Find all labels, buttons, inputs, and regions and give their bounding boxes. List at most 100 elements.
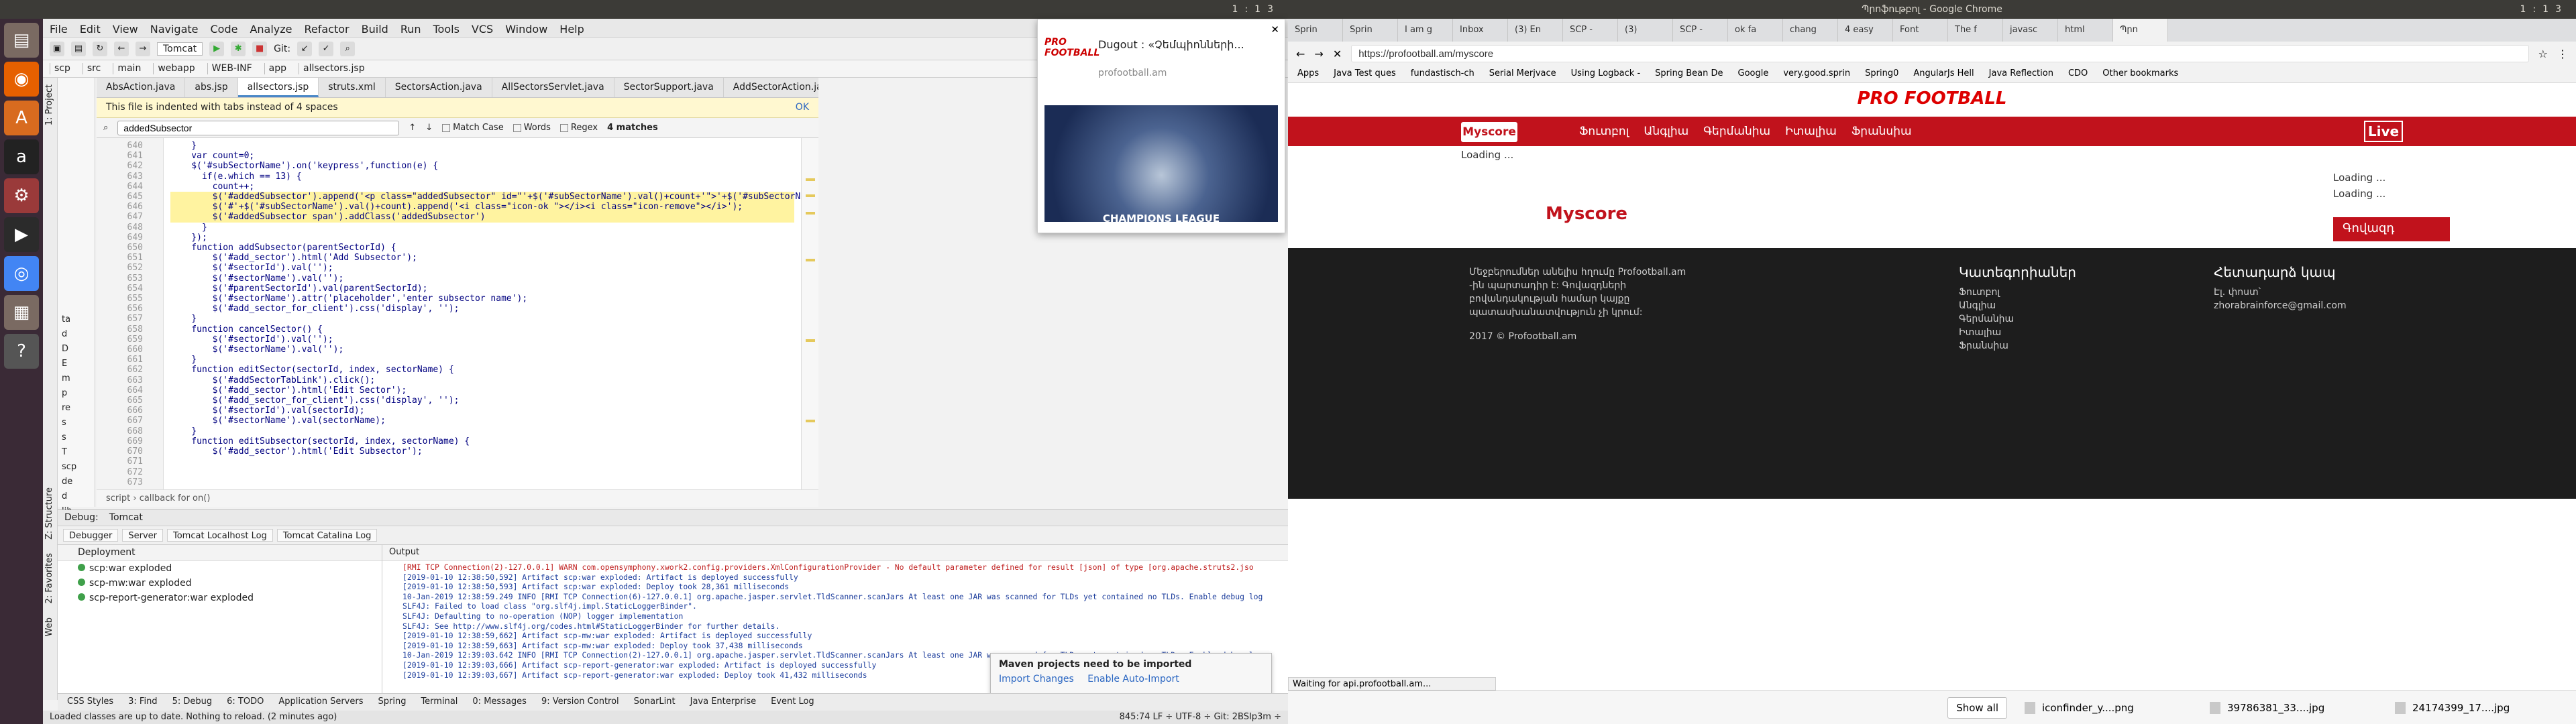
tool-window-tab[interactable]: 6: TODO <box>227 697 264 708</box>
footer-category-link[interactable]: Անգլիա <box>1959 299 2076 312</box>
browser-tab[interactable]: html <box>2058 19 2113 42</box>
run-config-select[interactable]: Tomcat <box>157 42 203 56</box>
debug-icon[interactable]: ✱ <box>231 41 246 56</box>
forward-icon[interactable]: → <box>136 41 150 56</box>
project-tool-tab[interactable]: 1: Project <box>43 78 56 132</box>
tool-window-tab[interactable]: 3: Find <box>128 697 157 708</box>
chrome-notification[interactable]: PRO FOOTBALL Dugout : «Չեմպիոնների... pr… <box>1037 19 1285 233</box>
forward-icon[interactable]: → <box>1314 48 1323 60</box>
bookmark-item[interactable]: Spring Bean De <box>1655 68 1723 80</box>
ad-button[interactable]: Գովազդ <box>2333 217 2450 241</box>
next-match-icon[interactable]: ↓ <box>425 123 433 133</box>
enable-auto-import-link[interactable]: Enable Auto-Import <box>1087 674 1179 684</box>
bookmark-item[interactable]: Apps <box>1297 68 1319 80</box>
tool-window-tab[interactable]: Event Log <box>771 697 814 708</box>
editor-tab[interactable]: SectorSupport.java <box>614 78 724 97</box>
debug-tab[interactable]: Tomcat Catalina Log <box>276 529 378 542</box>
menu-build[interactable]: Build <box>362 23 388 36</box>
save-icon[interactable]: ▤ <box>71 41 86 56</box>
bookmark-item[interactable]: fundastisch-ch <box>1411 68 1474 80</box>
tree-item[interactable]: s <box>62 430 95 445</box>
tree-item[interactable]: d <box>62 327 95 342</box>
editor-tab[interactable]: AllSectorsServlet.java <box>492 78 614 97</box>
launcher-files[interactable]: ▦ <box>4 295 39 330</box>
launcher-text[interactable]: A <box>4 101 39 135</box>
debug-tab[interactable]: Server <box>122 529 163 542</box>
indent-ok-link[interactable]: OK <box>796 102 809 113</box>
breadcrumb-item[interactable]: WEB-INF <box>207 63 256 74</box>
bookmark-item[interactable]: Using Logback - <box>1571 68 1640 80</box>
menu-help[interactable]: Help <box>559 23 584 36</box>
tree-item[interactable]: s <box>62 416 95 430</box>
bookmark-item[interactable]: Spring0 <box>1865 68 1898 80</box>
breadcrumb-item[interactable]: app <box>264 63 290 74</box>
launcher-terminal[interactable]: ▶ <box>4 217 39 252</box>
editor-tab[interactable]: SectorsAction.java <box>386 78 492 97</box>
tree-item[interactable]: d <box>62 489 95 504</box>
tool-window-tab[interactable]: 9: Version Control <box>541 697 619 708</box>
artifact-item[interactable]: scp-mw:war exploded <box>58 576 382 591</box>
bookmark-item[interactable]: AngularJs Hell <box>1913 68 1974 80</box>
browser-tab[interactable]: (3) En <box>1508 19 1563 42</box>
code-text[interactable]: } var count=0; $('#subSectorName').on('k… <box>164 138 801 489</box>
match-case-option[interactable]: Match Case <box>442 123 504 133</box>
nav-item[interactable]: Ֆուտբոլ <box>1579 125 1629 138</box>
favorites-tool-tab[interactable]: 2: Favorites <box>43 546 56 611</box>
browser-tab[interactable]: SCP - <box>1673 19 1728 42</box>
code-area[interactable]: 640 641 642 643 644 645 646 647 648 649 650 651 652 6… <box>97 138 818 489</box>
download-item[interactable]: iconfinder_y....png <box>2025 701 2192 714</box>
download-item[interactable]: 24174399_17....jpg <box>2395 701 2563 714</box>
bookmark-item[interactable]: very.good.sprin <box>1783 68 1850 80</box>
import-changes-link[interactable]: Import Changes <box>999 674 1074 684</box>
browser-tab[interactable]: Font <box>1893 19 1948 42</box>
menu-refactor[interactable]: Refactor <box>305 23 350 36</box>
editor-tab[interactable]: struts.xml <box>319 78 386 97</box>
menu-view[interactable]: View <box>113 23 138 36</box>
menu-vcs[interactable]: VCS <box>472 23 493 36</box>
breadcrumb-item[interactable]: scp <box>50 63 74 74</box>
search-everywhere-icon[interactable]: ⌕ <box>340 41 356 56</box>
nav-item[interactable]: Ֆրանսիա <box>1851 125 1912 138</box>
bookmark-item[interactable]: Other bookmarks <box>2102 68 2178 80</box>
browser-tab[interactable]: I am g <box>1398 19 1453 42</box>
launcher-amazon[interactable]: a <box>4 139 39 174</box>
tool-window-tab[interactable]: Spring <box>378 697 407 708</box>
tree-item[interactable]: p <box>62 386 95 401</box>
editor-tab[interactable]: allsectors.jsp <box>237 78 319 97</box>
breadcrumb-item[interactable]: allsectors.jsp <box>299 63 369 74</box>
show-all-downloads[interactable]: Show all <box>1947 697 2007 719</box>
nav-item[interactable]: Անգլիա <box>1644 125 1688 138</box>
stop-icon[interactable]: ✕ <box>1333 48 1342 60</box>
stop-icon[interactable]: ■ <box>252 41 268 56</box>
tree-item[interactable]: de <box>62 475 95 489</box>
menu-analyze[interactable]: Analyze <box>250 23 292 36</box>
menu-run[interactable]: Run <box>400 23 421 36</box>
nav-item[interactable]: Իտալիա <box>1785 125 1837 138</box>
bookmark-item[interactable]: Java Test ques <box>1334 68 1396 80</box>
tool-window-tab[interactable]: Application Servers <box>278 697 363 708</box>
download-item[interactable]: 39786381_33....jpg <box>2210 701 2377 714</box>
launcher-settings[interactable]: ⚙ <box>4 178 39 213</box>
browser-tab[interactable]: Պրո <box>2113 19 2168 42</box>
editor-tab[interactable]: AbsAction.java <box>97 78 186 97</box>
browser-tab[interactable]: Sprin <box>1288 19 1343 42</box>
find-input[interactable] <box>117 120 400 135</box>
browser-tab[interactable]: Sprin <box>1343 19 1398 42</box>
run-icon[interactable]: ▶ <box>209 41 225 56</box>
close-icon[interactable]: ✕ <box>1271 23 1279 36</box>
launcher-files[interactable]: ▤ <box>4 23 39 58</box>
regex-option[interactable]: Regex <box>559 123 598 133</box>
breadcrumb-item[interactable]: src <box>82 63 105 74</box>
tree-item[interactable]: E <box>62 357 95 371</box>
breadcrumb-item[interactable]: main <box>113 63 145 74</box>
live-button[interactable]: Live <box>2364 121 2403 142</box>
url-input[interactable] <box>1351 45 2529 62</box>
menu-edit[interactable]: Edit <box>80 23 101 36</box>
launcher-firefox[interactable]: ◉ <box>4 62 39 97</box>
tool-window-tab[interactable]: Java Enterprise <box>690 697 756 708</box>
bookmark-item[interactable]: CDO <box>2068 68 2088 80</box>
refresh-icon[interactable]: ↻ <box>93 41 107 56</box>
tree-item[interactable]: D <box>62 342 95 357</box>
tree-item[interactable]: m <box>62 371 95 386</box>
tree-item[interactable]: T <box>62 445 95 460</box>
